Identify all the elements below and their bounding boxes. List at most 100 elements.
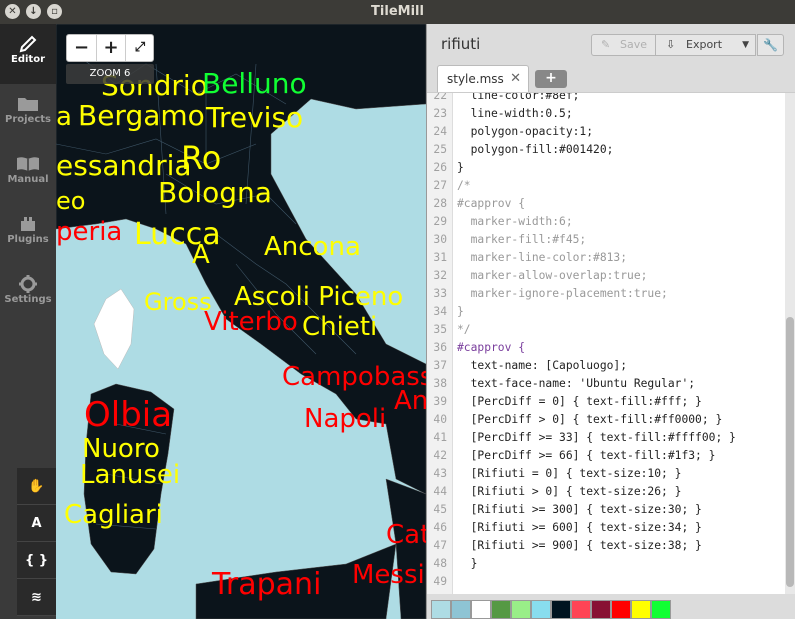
close-icon[interactable]: ✕ — [510, 66, 521, 92]
line-text: [Rifiuti >= 300] { text-size:30; } — [457, 503, 702, 516]
map-view[interactable]: Sondrio Belluno a Bergamo Treviso essandria Ro… — [56, 24, 426, 619]
editor-scrollbar[interactable] — [785, 93, 795, 594]
color-swatch[interactable] — [471, 600, 491, 619]
map-tools: ✋ A { } ≋ — [17, 468, 56, 616]
line-number: 33 — [433, 287, 447, 300]
wrench-icon: 🔧 — [763, 38, 778, 52]
code-line: 32 marker-allow-overlap:true; — [427, 267, 787, 285]
code-line: 35 */ — [427, 321, 787, 339]
color-swatch[interactable] — [451, 600, 471, 619]
color-swatch[interactable] — [631, 600, 651, 619]
export-button-label: Export — [686, 38, 723, 51]
add-tab-button[interactable]: + — [535, 70, 567, 88]
braces-icon: { } — [24, 553, 49, 568]
carto-tool-button[interactable]: { } — [17, 542, 56, 579]
code-line: 28 #capprov { — [427, 195, 787, 213]
project-title: rifiuti — [441, 35, 481, 53]
sidebar-item-projects[interactable]: Projects — [0, 84, 56, 144]
code-line: 40 [PercDiff > 0] { text-fill:#ff0000; } — [427, 411, 787, 429]
line-number: 29 — [433, 215, 447, 228]
editor-panel: rifiuti ✎ Save ⇩ Export ▼ 🔧 style.mss ✕ … — [426, 24, 795, 619]
code-line: 33 marker-ignore-placement:true; — [427, 285, 787, 303]
line-number: 26 — [433, 161, 447, 174]
sidebar-item-label: Projects — [4, 114, 51, 125]
fullscreen-button[interactable]: ⤢ — [125, 35, 154, 61]
tilemill-window: ✕ ↓ ▫ TileMill Editor Projects Manual Pl… — [0, 0, 795, 619]
color-swatch[interactable] — [511, 600, 531, 619]
settings-wrench-button[interactable]: 🔧 — [757, 34, 784, 56]
sidebar-item-plugins[interactable]: Plugins — [0, 204, 56, 264]
font-icon: A — [31, 516, 42, 531]
sidebar-item-label: Manual — [7, 174, 49, 185]
folder-icon — [0, 84, 56, 114]
sidebar-item-settings[interactable]: Settings — [0, 264, 56, 324]
color-swatch[interactable] — [591, 600, 611, 619]
pan-tool-button[interactable]: ✋ — [17, 468, 56, 505]
color-swatch[interactable] — [611, 600, 631, 619]
code-line: 44 [Rifiuti > 0] { text-size:26; } — [427, 483, 787, 501]
line-text: marker-fill:#f45; — [457, 233, 587, 246]
line-number: 38 — [433, 377, 447, 390]
code-line: 27 /* — [427, 177, 787, 195]
code-line: 49 — [427, 573, 787, 591]
sidebar-item-label: Editor — [11, 54, 45, 65]
line-number: 22 — [433, 92, 447, 102]
map-label-city: Bergamo — [78, 99, 205, 132]
code-line: 25 polygon-fill:#001420; — [427, 141, 787, 159]
color-swatch[interactable] — [491, 600, 511, 619]
line-text: line-width:0.5; — [457, 107, 573, 120]
line-text: line-color:#8ef; — [457, 92, 580, 102]
line-text: #capprov { — [457, 341, 526, 354]
font-tool-button[interactable]: A — [17, 505, 56, 542]
code-editor[interactable]: 22 line-color:#8ef; 23 line-width:0.5; 24 … — [427, 92, 795, 594]
window-title: TileMill — [371, 4, 424, 19]
line-text: polygon-fill:#001420; — [457, 143, 614, 156]
save-button[interactable]: ✎ Save — [591, 34, 656, 56]
export-icon: ⇩ — [666, 38, 676, 51]
line-text: [Rifiuti >= 900] { text-size:38; } — [457, 539, 702, 552]
code-line: 38 text-face-name: 'Ubuntu Regular'; — [427, 375, 787, 393]
code-line: 42 [PercDiff >= 66] { text-fill:#1f3; } — [427, 447, 787, 465]
color-swatch[interactable] — [651, 600, 671, 619]
line-number: 46 — [433, 521, 447, 534]
sidebar-item-manual[interactable]: Manual — [0, 144, 56, 204]
code-line: 31 marker-line-color:#813; — [427, 249, 787, 267]
line-number: 36 — [433, 341, 447, 354]
line-text: text-name: [Capoluogo]; — [457, 359, 628, 372]
map-label-city: a — [56, 102, 72, 132]
map-label-city: Napoli — [304, 404, 387, 434]
zoom-out-button[interactable]: − — [67, 35, 96, 61]
line-text: [PercDiff >= 33] { text-fill:#ffff00; } — [457, 431, 736, 444]
pencil-icon — [0, 24, 56, 54]
line-text: [PercDiff >= 66] { text-fill:#1f3; } — [457, 449, 716, 462]
pencil-icon: ✎ — [601, 38, 611, 51]
color-swatch[interactable] — [551, 600, 571, 619]
code-line: 46 [Rifiuti >= 600] { text-size:34; } — [427, 519, 787, 537]
map-label-city: An — [394, 386, 426, 416]
color-swatch[interactable] — [571, 600, 591, 619]
export-button[interactable]: ⇩ Export ▼ — [656, 34, 756, 56]
corsica-shape — [93, 288, 135, 370]
line-number: 43 — [433, 467, 447, 480]
line-number: 45 — [433, 503, 447, 516]
color-swatch[interactable] — [531, 600, 551, 619]
layers-tool-button[interactable]: ≋ — [17, 579, 56, 616]
sidebar-item-editor[interactable]: Editor — [0, 24, 56, 84]
map-label-city: Gross — [144, 288, 212, 316]
line-number: 47 — [433, 539, 447, 552]
code-line: 26} — [427, 159, 787, 177]
color-swatch[interactable] — [431, 600, 451, 619]
map-label-city: Messi — [352, 560, 425, 590]
map-label-city: Ancona — [264, 232, 361, 262]
zoom-level-label: ZOOM 6 — [66, 64, 154, 84]
line-text: marker-ignore-placement:true; — [457, 287, 668, 300]
map-label-city: Nuoro — [82, 434, 160, 464]
line-text: } — [457, 161, 464, 174]
line-number: 32 — [433, 269, 447, 282]
map-label-city: Chieti — [302, 312, 378, 342]
zoom-in-button[interactable]: + — [96, 35, 125, 61]
tab-style-mss[interactable]: style.mss ✕ — [437, 65, 529, 92]
line-text: } — [457, 557, 478, 570]
scrollbar-thumb[interactable] — [786, 317, 794, 587]
map-label-city: Treviso — [206, 101, 304, 134]
